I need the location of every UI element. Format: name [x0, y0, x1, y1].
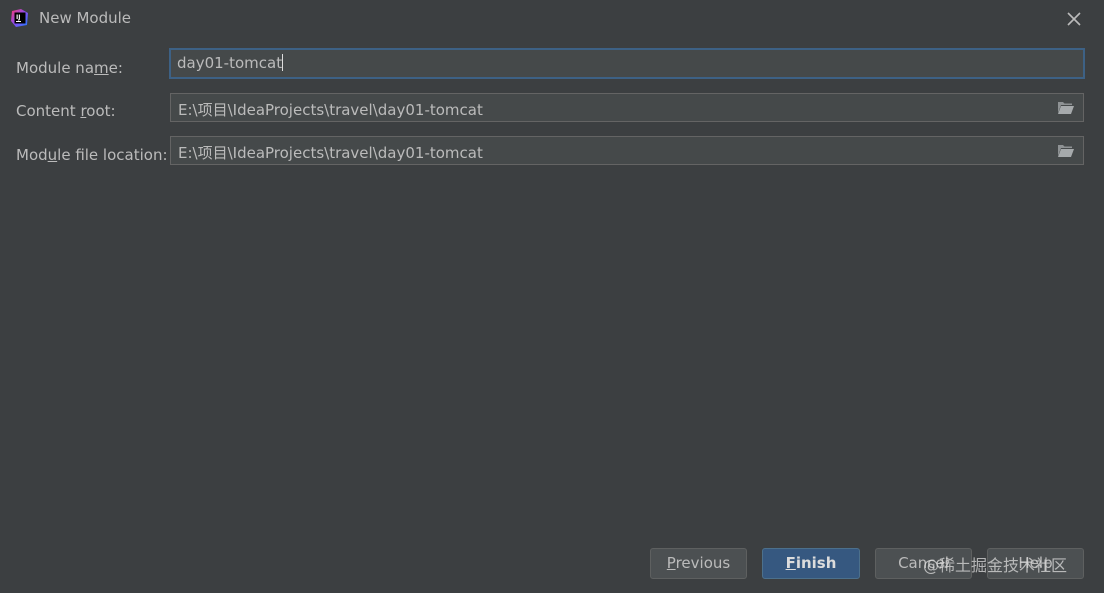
text-caret [282, 54, 284, 71]
module-file-location-input[interactable]: E:\项目\IdeaProjects\travel\day01-tomcat [170, 136, 1084, 165]
module-name-label: Module name: [16, 59, 123, 77]
module-name-input[interactable]: day01-tomcat [169, 48, 1085, 79]
close-icon[interactable] [1063, 8, 1085, 30]
content-root-input[interactable]: E:\项目\IdeaProjects\travel\day01-tomcat [170, 93, 1084, 122]
module-file-location-value: E:\项目\IdeaProjects\travel\day01-tomcat [178, 144, 483, 162]
folder-open-icon[interactable] [1057, 100, 1075, 115]
window-title: New Module [39, 9, 132, 27]
watermark: @稀土掘金技术社区 [923, 556, 1068, 575]
previous-button-mnemonic: P [666, 554, 676, 572]
finish-button-mnemonic: F [785, 554, 796, 572]
svg-text:IJ: IJ [16, 14, 20, 21]
module-name-label-part: Module na [16, 59, 95, 77]
title-bar: IJ New Module [0, 0, 1104, 36]
previous-button-label: revious [675, 554, 731, 572]
content-root-label-part: Content [16, 102, 81, 120]
module-name-text: day01-tomcat [177, 54, 283, 72]
module-file-location-label-part: Mod [16, 146, 48, 164]
module-file-location-label: Module file location: [16, 146, 168, 164]
previous-button[interactable]: Previous [650, 548, 747, 579]
finish-button[interactable]: Finish [762, 548, 860, 579]
content-root-label-part: oot: [86, 102, 116, 120]
module-file-location-label-part: le file location: [57, 146, 168, 164]
intellij-idea-icon: IJ [10, 8, 30, 28]
module-name-label-part: e: [108, 59, 123, 77]
folder-open-icon[interactable] [1057, 143, 1075, 158]
finish-button-label: inish [795, 554, 837, 572]
new-module-dialog: IJ New Module Module name: day01-tomcat … [0, 0, 1104, 593]
module-name-value: day01-tomcat [177, 54, 284, 72]
module-name-label-mnemonic: m [94, 59, 109, 77]
module-file-location-label-mnemonic: u [47, 146, 58, 164]
content-root-value: E:\项目\IdeaProjects\travel\day01-tomcat [178, 101, 483, 119]
content-root-label: Content root: [16, 102, 116, 120]
